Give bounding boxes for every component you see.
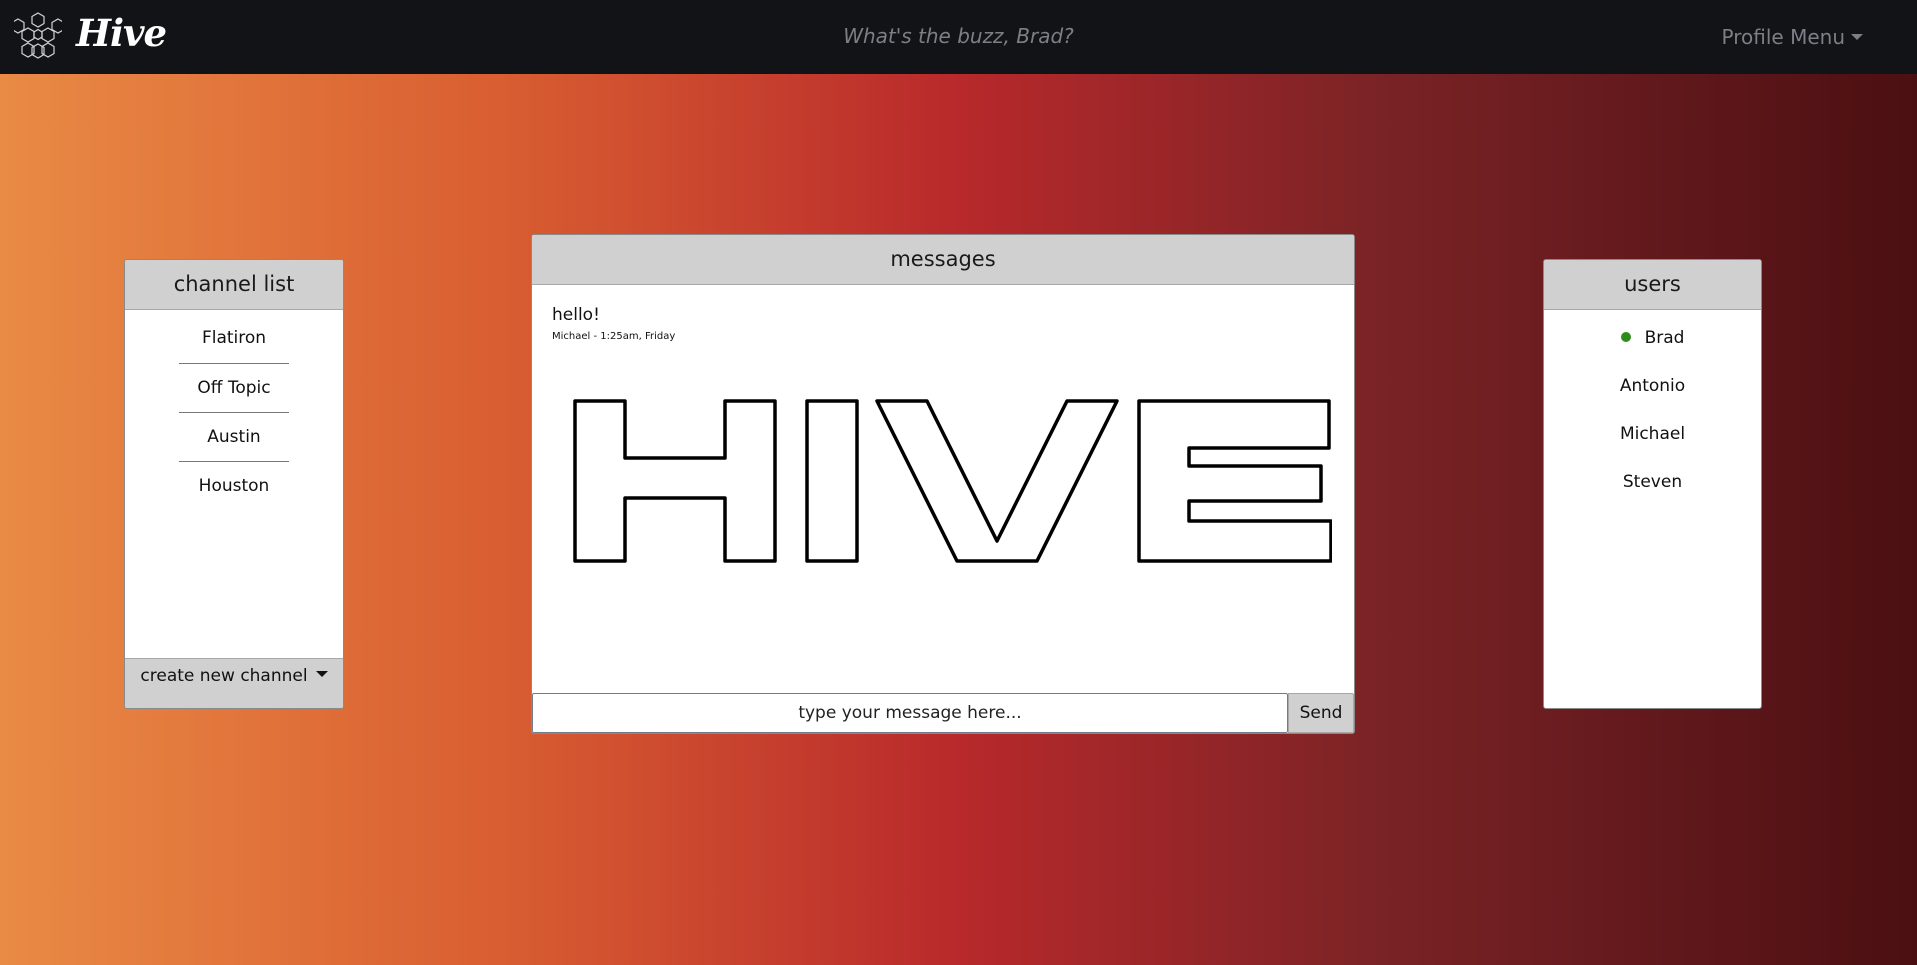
user-item-brad[interactable]: Brad xyxy=(1544,314,1761,362)
channel-list: Flatiron Off Topic Austin Houston xyxy=(125,310,343,510)
users-title: users xyxy=(1544,260,1761,310)
buzz-prompt: What's the buzz, Brad? xyxy=(843,24,1074,48)
message-composer: Send xyxy=(532,693,1354,733)
online-status-icon xyxy=(1620,332,1631,342)
user-name: Brad xyxy=(1644,328,1685,348)
users-panel: users Brad Antonio Michael Steven xyxy=(1543,259,1762,709)
message-meta: Michael - 1:25am, Friday xyxy=(552,331,676,342)
user-name: Steven xyxy=(1622,472,1683,492)
message-text: hello! xyxy=(552,305,600,325)
caret-down-icon xyxy=(315,671,328,677)
channel-item-houston[interactable]: Houston xyxy=(179,461,289,510)
user-name: Antonio xyxy=(1619,376,1686,396)
channel-item-flatiron[interactable]: Flatiron xyxy=(179,314,289,363)
user-item-michael[interactable]: Michael xyxy=(1544,410,1761,458)
channel-item-off-topic[interactable]: Off Topic xyxy=(179,363,289,412)
caret-down-icon xyxy=(1851,34,1863,40)
profile-menu-label: Profile Menu xyxy=(1721,25,1845,49)
user-item-steven[interactable]: Steven xyxy=(1544,458,1761,506)
top-navbar: Hive What's the buzz, Brad? Profile Menu xyxy=(0,0,1917,74)
hive-outline-logo-icon xyxy=(573,399,1332,563)
user-item-antonio[interactable]: Antonio xyxy=(1544,362,1761,410)
send-button[interactable]: Send xyxy=(1288,693,1354,733)
messages-panel: messages hello! Michael - 1:25am, Friday… xyxy=(531,234,1355,734)
user-name: Michael xyxy=(1619,424,1686,444)
create-channel-label: create new channel xyxy=(140,666,308,686)
messages-title: messages xyxy=(532,235,1354,285)
channel-item-austin[interactable]: Austin xyxy=(179,412,289,461)
user-list: Brad Antonio Michael Steven xyxy=(1544,310,1761,506)
profile-menu-dropdown[interactable]: Profile Menu xyxy=(1722,25,1863,49)
create-channel-dropdown[interactable]: create new channel xyxy=(125,658,343,708)
channel-list-panel: channel list Flatiron Off Topic Austin H… xyxy=(124,259,344,709)
message-item: hello! Michael - 1:25am, Friday xyxy=(552,305,675,342)
channel-list-title: channel list xyxy=(125,260,343,310)
message-input[interactable] xyxy=(532,693,1288,733)
